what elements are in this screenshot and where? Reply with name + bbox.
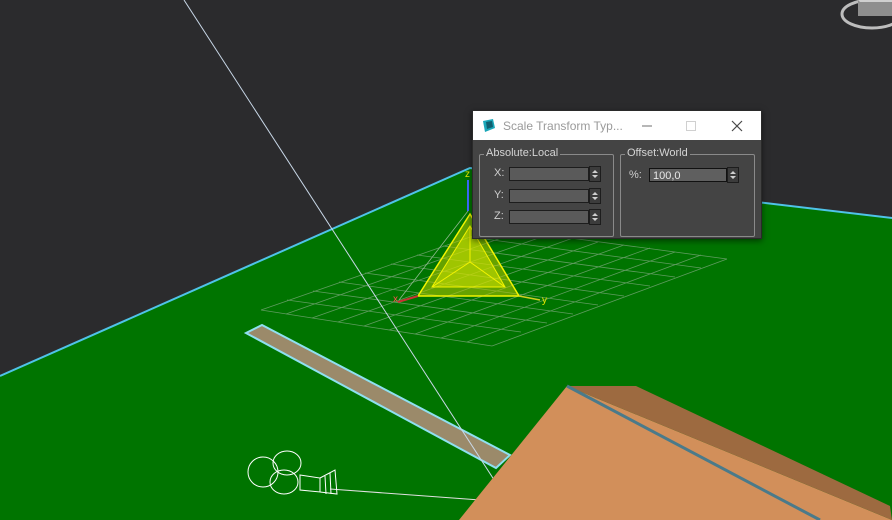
- minimize-button[interactable]: [629, 111, 665, 140]
- close-icon: [731, 120, 743, 131]
- x-scale-spinner[interactable]: [589, 166, 601, 182]
- scale-transform-type-in-dialog[interactable]: Scale Transform Typ... Absolute:Local X:…: [472, 110, 762, 239]
- z-scale-input[interactable]: [509, 210, 589, 224]
- x-scale-input[interactable]: [509, 167, 589, 181]
- absolute-local-legend: Absolute:Local: [484, 147, 561, 159]
- y-scale-input[interactable]: [509, 189, 589, 203]
- maximize-button: [673, 111, 709, 140]
- absolute-local-group: Absolute:Local X: Y: Z:: [479, 147, 614, 237]
- viewcube[interactable]: [840, 0, 892, 30]
- percent-label: %:: [629, 169, 642, 181]
- y-scale-spinner[interactable]: [589, 188, 601, 204]
- dialog-title: Scale Transform Typ...: [503, 119, 623, 133]
- minimize-icon: [642, 125, 652, 126]
- offset-world-group: Offset:World %: 100,0: [620, 147, 755, 237]
- maximize-icon: [686, 120, 696, 131]
- gizmo-axis-z-label: z: [465, 169, 470, 180]
- dialog-title-bar[interactable]: Scale Transform Typ...: [473, 111, 761, 140]
- percent-offset-input[interactable]: 100,0: [649, 168, 727, 182]
- z-label: Z:: [494, 210, 504, 222]
- y-label: Y:: [494, 189, 504, 201]
- percent-offset-spinner[interactable]: [727, 167, 739, 183]
- z-scale-spinner[interactable]: [589, 209, 601, 225]
- close-button[interactable]: [719, 111, 755, 140]
- offset-world-legend: Offset:World: [625, 147, 690, 159]
- gizmo-axis-y-label: y: [542, 295, 547, 306]
- x-label: X:: [494, 167, 505, 179]
- 3dsmax-app-icon: [483, 119, 495, 132]
- gizmo-axis-x-label: x: [393, 294, 398, 305]
- viewport-3d[interactable]: x y z: [0, 0, 892, 520]
